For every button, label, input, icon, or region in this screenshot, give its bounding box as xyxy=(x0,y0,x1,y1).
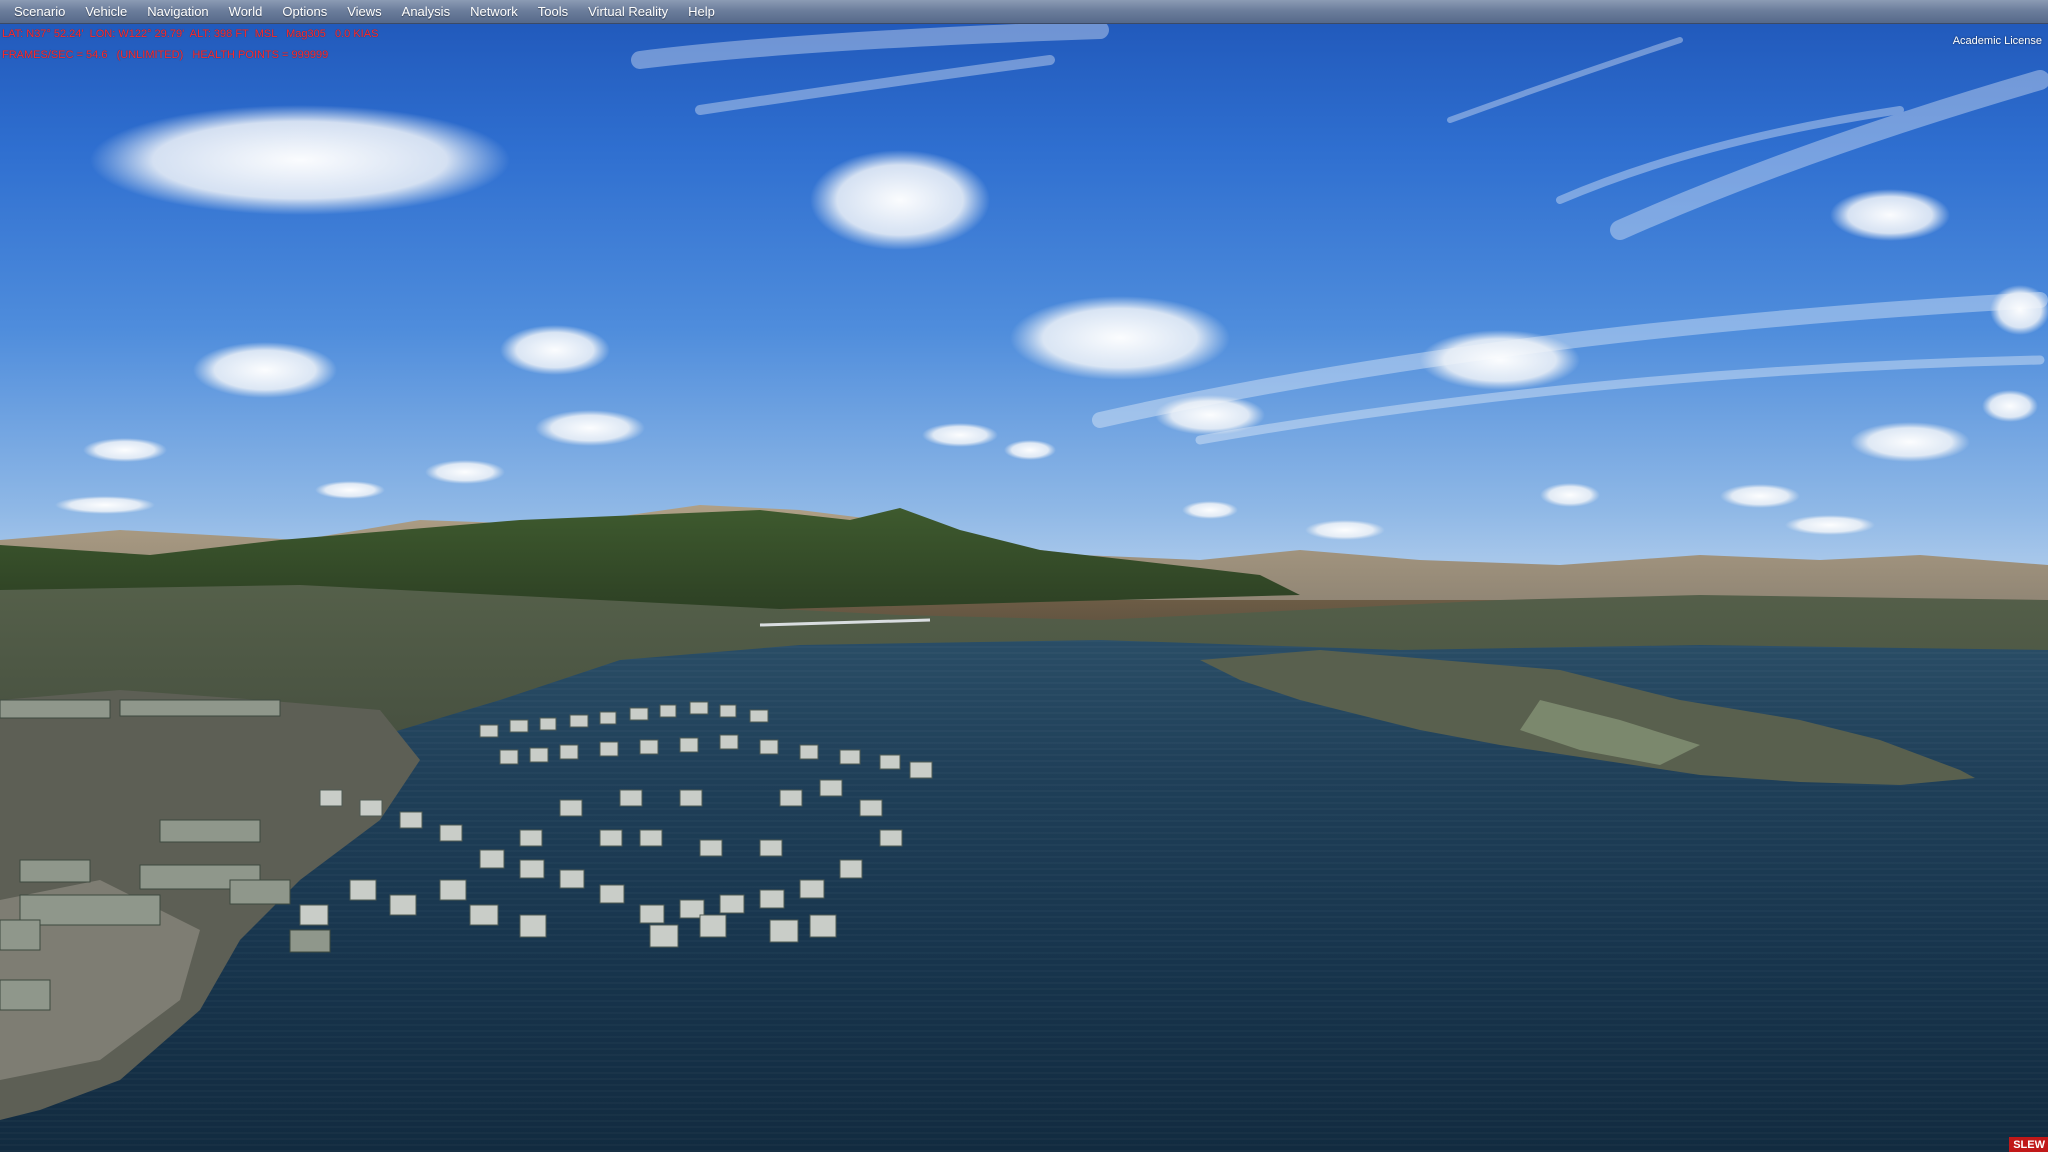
menu-navigation[interactable]: Navigation xyxy=(137,0,218,24)
menu-help[interactable]: Help xyxy=(678,0,725,24)
menu-tools[interactable]: Tools xyxy=(528,0,578,24)
menu-network[interactable]: Network xyxy=(460,0,528,24)
menu-scenario[interactable]: Scenario xyxy=(4,0,75,24)
menu-views[interactable]: Views xyxy=(337,0,391,24)
menu-virtual-reality[interactable]: Virtual Reality xyxy=(578,0,678,24)
menu-world[interactable]: World xyxy=(219,0,273,24)
menu-vehicle[interactable]: Vehicle xyxy=(75,0,137,24)
terrain-scenery xyxy=(0,21,2048,1120)
menu-options[interactable]: Options xyxy=(272,0,337,24)
hud-position-readout: LAT: N37° 52.24' LON: W122° 29.79' ALT: … xyxy=(2,28,379,40)
slew-mode-badge: SLEW xyxy=(2009,1137,2048,1152)
main-menu-bar: Scenario Vehicle Navigation World Option… xyxy=(0,0,2048,24)
menu-analysis[interactable]: Analysis xyxy=(392,0,460,24)
hud-frame-rate-readout: FRAMES/SEC = 54.6 (UNLIMITED) HEALTH POI… xyxy=(2,49,329,61)
simulator-viewport[interactable] xyxy=(0,0,2048,1152)
license-watermark: Academic License xyxy=(1952,35,2042,47)
